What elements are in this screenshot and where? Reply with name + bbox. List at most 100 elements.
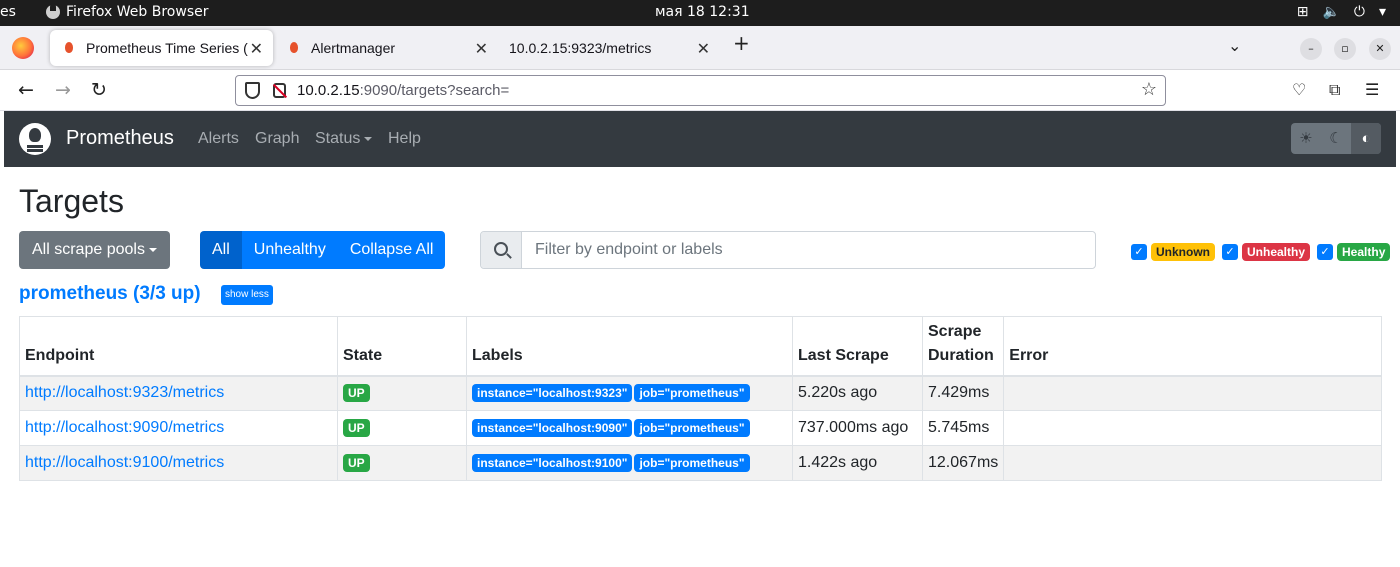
extensions-icon[interactable]: ⧉: [1329, 80, 1340, 100]
network-icon: ⊞: [1296, 4, 1309, 20]
activities-button[interactable]: es: [0, 4, 16, 20]
chevron-down-icon: ▾: [1378, 4, 1386, 20]
col-header-scrape-duration: Scrape Duration: [921, 316, 1005, 377]
page-title: Targets: [19, 183, 124, 219]
navigation-toolbar: ← → ↻ 10.0.2.15:9090/targets?search= ☆ ♡…: [0, 70, 1400, 111]
unhealthy-badge[interactable]: Unhealthy: [1242, 243, 1311, 261]
back-icon[interactable]: ←: [18, 79, 34, 101]
insecure-lock-icon[interactable]: [273, 83, 286, 98]
endpoint-link[interactable]: http://localhost:9090/metrics: [25, 419, 224, 436]
table-row: http://localhost:9323/metrics UP instanc…: [19, 375, 1382, 411]
clock[interactable]: мая 18 12:31: [655, 4, 750, 20]
show-less-button[interactable]: show less: [221, 285, 273, 305]
table-row: http://localhost:9090/metrics UP instanc…: [19, 410, 1382, 446]
close-tab-icon[interactable]: ✕: [697, 39, 710, 59]
tracking-protection-icon[interactable]: [245, 82, 260, 99]
nav-alerts[interactable]: Alerts: [198, 130, 239, 148]
tab-prometheus[interactable]: Prometheus Time Series ( ✕: [50, 30, 273, 66]
nav-status[interactable]: Status: [315, 130, 373, 148]
filter-all-button[interactable]: All: [200, 231, 242, 269]
scrape-pools-dropdown[interactable]: All scrape pools: [19, 231, 170, 269]
label-badge: instance="localhost:9100": [472, 454, 633, 472]
labels-cell: instance="localhost:9323" job="prometheus…: [466, 375, 793, 411]
app-name: Firefox Web Browser: [66, 4, 209, 20]
last-scrape-cell: 1.422s ago: [792, 445, 923, 481]
job-header-link[interactable]: prometheus (3/3 up): [19, 283, 201, 305]
error-cell: [1003, 410, 1382, 446]
endpoint-link[interactable]: http://localhost:9323/metrics: [25, 384, 224, 401]
state-cell: UP: [337, 445, 467, 481]
unknown-badge[interactable]: Unknown: [1151, 243, 1215, 261]
forward-icon[interactable]: →: [55, 79, 71, 101]
new-tab-button[interactable]: +: [733, 31, 750, 55]
targets-table: Endpoint State Labels Last Scrape Scrape…: [19, 316, 1382, 481]
nav-graph[interactable]: Graph: [255, 130, 299, 148]
unhealthy-checkbox[interactable]: ✓: [1222, 244, 1238, 260]
health-filter: ✓ Unknown ✓ Unhealthy ✓ Healthy: [1128, 243, 1391, 261]
tab-strip: Prometheus Time Series ( ✕ Alertmanager …: [0, 26, 1400, 70]
endpoint-cell: http://localhost:9323/metrics: [19, 375, 338, 411]
col-header-endpoint: Endpoint: [19, 316, 338, 377]
prometheus-favicon-icon: [62, 41, 76, 55]
auto-theme-contrast-icon[interactable]: ◐: [1351, 123, 1381, 154]
minimize-window-button[interactable]: –: [1300, 38, 1322, 60]
url-bar[interactable]: 10.0.2.15:9090/targets?search= ☆: [235, 75, 1166, 106]
pocket-icon[interactable]: ♡: [1292, 80, 1306, 99]
scrape-pools-label: All scrape pools: [32, 241, 145, 258]
tab-alertmanager[interactable]: Alertmanager ✕: [275, 30, 498, 66]
nav-help[interactable]: Help: [388, 130, 421, 148]
tab-metrics[interactable]: 10.0.2.15:9323/metrics ✕: [497, 30, 720, 66]
last-scrape-cell: 737.000ms ago: [792, 410, 923, 446]
label-badge: job="prometheus": [634, 419, 750, 437]
scrape-duration-cell: 12.067ms: [921, 445, 1005, 481]
error-cell: [1003, 445, 1382, 481]
tab-title: Alertmanager: [311, 40, 396, 56]
labels-cell: instance="localhost:9090" job="prometheus…: [466, 410, 793, 446]
endpoint-cell: http://localhost:9090/metrics: [19, 410, 338, 446]
col-header-labels: Labels: [466, 316, 793, 377]
close-window-button[interactable]: ✕: [1369, 38, 1391, 60]
theme-toggle-group: ☀ ☾ ◐: [1291, 123, 1381, 154]
endpoint-link[interactable]: http://localhost:9100/metrics: [25, 454, 224, 471]
dark-theme-moon-icon[interactable]: ☾: [1321, 123, 1351, 154]
bookmark-star-icon[interactable]: ☆: [1141, 79, 1157, 100]
col-header-error: Error: [1003, 316, 1382, 377]
prometheus-logo-icon[interactable]: [19, 123, 51, 155]
url-host: 10.0.2.15: [297, 82, 360, 99]
app-menu[interactable]: Firefox Web Browser: [46, 3, 209, 20]
scrape-duration-cell: 5.745ms: [921, 410, 1005, 446]
close-tab-icon[interactable]: ✕: [250, 39, 263, 59]
os-top-bar: es Firefox Web Browser мая 18 12:31 ⊞ 🔈 …: [0, 0, 1400, 26]
filter-unhealthy-button[interactable]: Unhealthy: [241, 231, 338, 269]
brand-link[interactable]: Prometheus: [66, 127, 174, 150]
label-badge: instance="localhost:9323": [472, 384, 633, 403]
healthy-badge[interactable]: Healthy: [1337, 243, 1391, 261]
search-icon: [481, 232, 522, 268]
reload-icon[interactable]: ↻: [91, 79, 107, 101]
prometheus-favicon-icon: [287, 41, 301, 55]
prometheus-navbar: Prometheus Alerts Graph Status Help ☀ ☾ …: [4, 111, 1396, 167]
search-input[interactable]: [523, 232, 1093, 268]
scrape-duration-cell: 7.429ms: [921, 375, 1005, 411]
caret-down-icon: [148, 247, 157, 252]
caret-down-icon: [364, 136, 373, 141]
list-all-tabs-icon[interactable]: ⌄: [1228, 36, 1241, 55]
menu-hamburger-icon[interactable]: ☰: [1365, 80, 1379, 99]
close-tab-icon[interactable]: ✕: [475, 39, 488, 59]
table-header-row: Endpoint State Labels Last Scrape Scrape…: [19, 316, 1382, 377]
maximize-window-button[interactable]: ▫: [1334, 38, 1356, 60]
power-icon: ⏻: [1353, 4, 1365, 20]
system-tray[interactable]: ⊞ 🔈 ⏻ ▾: [1297, 4, 1386, 20]
collapse-all-button[interactable]: Collapse All: [337, 231, 446, 269]
state-badge: UP: [343, 454, 370, 472]
unknown-checkbox[interactable]: ✓: [1131, 244, 1147, 260]
url-path: :9090/targets?search=: [359, 82, 510, 99]
nav-status-label: Status: [315, 130, 361, 147]
tab-title: 10.0.2.15:9323/metrics: [509, 40, 652, 56]
light-theme-sun-icon[interactable]: ☀: [1291, 123, 1321, 154]
label-badge: job="prometheus": [634, 454, 750, 472]
firefox-view-button[interactable]: [12, 37, 34, 59]
filter-button-group: All Unhealthy Collapse All: [200, 231, 446, 269]
url-text[interactable]: 10.0.2.15:9090/targets?search=: [297, 82, 509, 99]
healthy-checkbox[interactable]: ✓: [1317, 244, 1334, 260]
